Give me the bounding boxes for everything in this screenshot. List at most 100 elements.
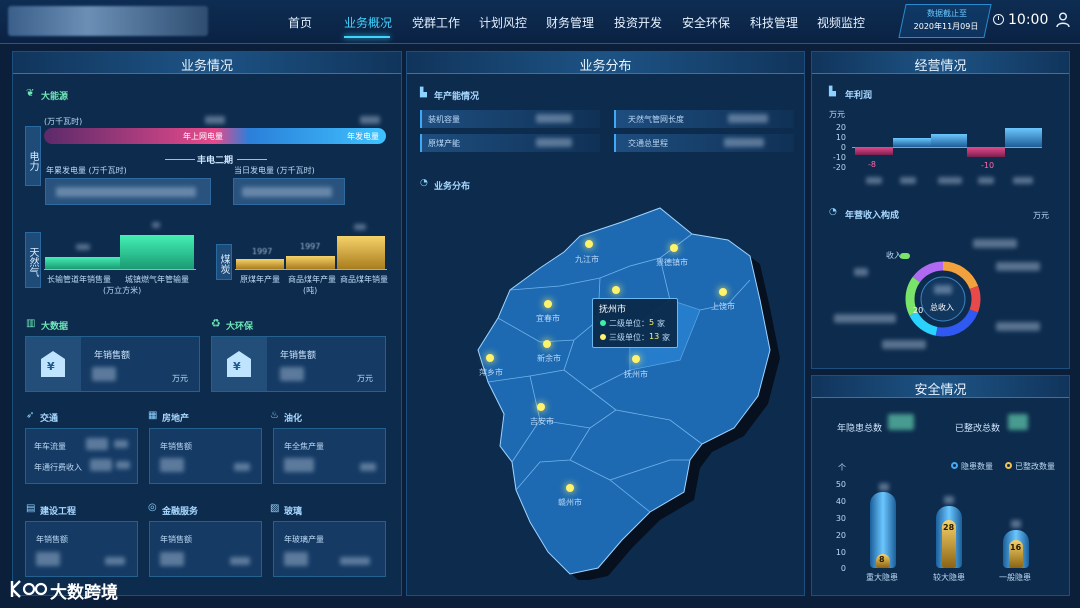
blurred-value [834, 314, 896, 323]
blurred-value [934, 285, 952, 294]
city-marker[interactable] [543, 340, 551, 348]
blurred-value [879, 483, 889, 491]
nav-safety-env[interactable]: 安全环保 [682, 14, 730, 31]
city-marker[interactable] [486, 354, 494, 362]
finance-card[interactable] [149, 521, 262, 577]
blurred-value [973, 239, 1017, 248]
fixed-value-major: 8 [879, 555, 885, 564]
nav-investment[interactable]: 投资开发 [614, 14, 662, 31]
profit-bar-4 [967, 147, 1005, 157]
y-unit: 个 [838, 463, 846, 472]
income-center-label: 总收入 [930, 303, 954, 312]
bar-left-label: 年上网电量 [183, 132, 223, 141]
leaf-icon: ❦ [26, 88, 35, 99]
blurred-value [728, 114, 768, 123]
bar-chart-icon: ▙ [420, 88, 427, 98]
blurred-value [105, 557, 125, 565]
tooltip-unit-1: 家 [657, 319, 665, 328]
coal-value-2: 1997 [300, 242, 321, 251]
nav-finance[interactable]: 财务管理 [546, 14, 594, 31]
gas-bar-1 [45, 257, 120, 269]
nav-home[interactable]: 首页 [288, 14, 312, 31]
construction-card[interactable] [25, 521, 138, 577]
legend-fixed: 已整改数量 [1015, 462, 1055, 471]
city-label-ganzhou: 赣州市 [558, 498, 582, 507]
income-small-value: 20 [913, 306, 924, 315]
blurred-value [92, 367, 116, 381]
city-marker[interactable] [719, 288, 727, 296]
coal-value-1: 1997 [252, 247, 273, 256]
profit-tick-10: 10 [835, 133, 846, 142]
gas-bar-2 [120, 235, 194, 269]
year-gen-label: 年累发电量 (万千瓦时) [46, 166, 127, 175]
city-marker[interactable] [566, 484, 574, 492]
chem-card[interactable] [273, 428, 386, 484]
operations-title: 经营情况 [914, 59, 967, 74]
y-tick-10: 10 [835, 548, 846, 557]
fixed-total-label: 已整改总数 [955, 424, 1001, 434]
gas-label-1: 长输管道年销售量 [47, 275, 111, 284]
city-marker[interactable] [612, 286, 620, 294]
blurred-value [996, 262, 1040, 271]
profit-bar-2 [893, 138, 931, 147]
bar-right-label: 年发电量 [347, 132, 379, 141]
blurred-value [882, 340, 926, 349]
nav-planning-risk[interactable]: 计划风控 [479, 14, 527, 31]
nav-active-underline [344, 36, 390, 38]
coal-label-3: 商品煤年销量 [340, 275, 388, 284]
pie-icon: ◔ [420, 178, 428, 188]
traffic-icon: ➶ [26, 410, 35, 421]
income-donut[interactable] [902, 258, 984, 340]
profit-tick-20: 20 [835, 123, 846, 132]
database-icon: ▥ [26, 318, 36, 329]
city-marker[interactable] [537, 403, 545, 411]
fixed-value-general: 16 [1010, 543, 1022, 552]
blurred-value [160, 458, 184, 472]
nav-party-work[interactable]: 党群工作 [412, 14, 460, 31]
profit-unit: 万元 [829, 110, 845, 119]
nav-business-overview[interactable]: 业务概况 [344, 14, 392, 31]
fixed-value-large: 28 [943, 523, 955, 532]
day-gen-label: 当日发电量 (万千瓦时) [234, 166, 315, 175]
city-marker[interactable] [544, 300, 552, 308]
divider-line [165, 159, 195, 160]
unit-label: (万千瓦时) [44, 117, 83, 126]
profit-neg-label-2: -10 [981, 161, 995, 170]
blurred-value [234, 463, 250, 471]
traffic-mileage-label: 交通总里程 [628, 139, 668, 148]
section-chem: 油化 [284, 414, 303, 424]
glass-card[interactable] [273, 521, 386, 577]
blurred-value [888, 414, 914, 430]
date-label: 数据截止至 [927, 9, 967, 18]
legend-fixed-dot [1005, 462, 1012, 469]
blurred-value [724, 138, 764, 147]
blurred-value [944, 496, 954, 504]
traffic-card[interactable] [25, 428, 138, 484]
blurred-value [978, 177, 994, 184]
tooltip-dot-yellow [600, 334, 606, 340]
coal-capacity-label: 原煤产能 [428, 139, 460, 148]
city-marker[interactable] [670, 244, 678, 252]
yen-glyph: ¥ [47, 360, 55, 373]
nav-video-monitor[interactable]: 视频监控 [817, 14, 865, 31]
blurred-value [996, 322, 1040, 331]
jiangxi-map[interactable] [470, 200, 780, 580]
power-tag: 电力 [25, 126, 41, 186]
city-marker[interactable] [632, 355, 640, 363]
finance-sales-label: 年销售额 [160, 535, 192, 544]
city-marker[interactable] [585, 240, 593, 248]
tooltip-value-1: 5 [649, 318, 655, 327]
realestate-card[interactable] [149, 428, 262, 484]
blurred-value [114, 440, 128, 448]
user-icon[interactable] [1056, 12, 1070, 28]
blurred-value [340, 557, 370, 565]
nav-tech-management[interactable]: 科技管理 [750, 14, 798, 31]
construction-sales-label: 年销售额 [36, 535, 68, 544]
tooltip-dot-green [600, 320, 606, 326]
blurred-value [152, 222, 160, 228]
tooltip-unit-2: 家 [662, 333, 670, 342]
bar-label-major: 重大隐患 [866, 573, 898, 582]
env-sales-label: 年销售额 [280, 351, 317, 361]
blurred-value [90, 459, 112, 471]
blurred-value [76, 244, 90, 250]
